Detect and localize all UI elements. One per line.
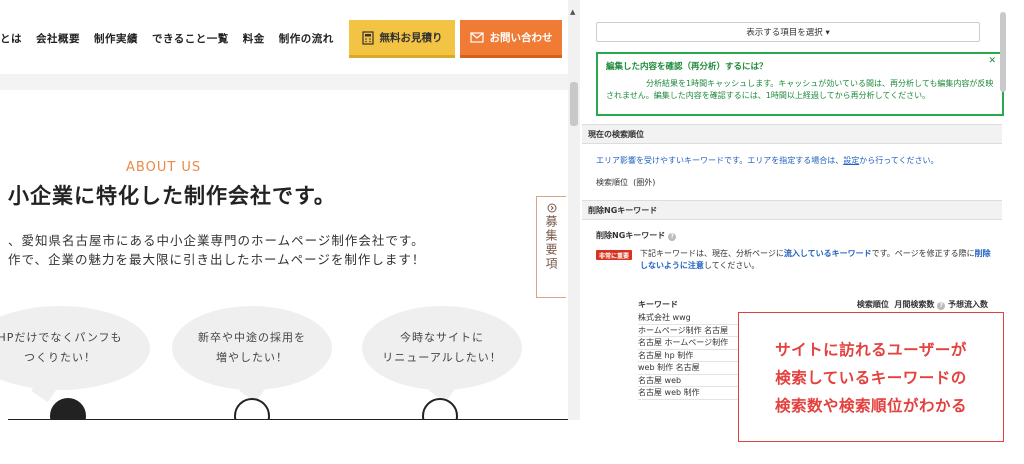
speech-bubble: HPだけでなくパンフも つくりたい！ <box>0 306 150 403</box>
display-items-select[interactable]: 表示する項目を選択 ▾ <box>596 22 980 42</box>
column-header-keyword: キーワード <box>638 299 678 309</box>
bubble-line: つくりたい！ <box>24 351 96 364</box>
about-text-line-2: 作で、企業の魅力を最大限に引き出したホームページを制作します！ <box>8 252 426 267</box>
settings-link[interactable]: 設定 <box>843 156 859 165</box>
area-note-text: から行ってください。 <box>859 156 939 165</box>
notice-title: 編集した内容を確認（再分析）するには？ <box>606 62 768 72</box>
importance-badge: 非常に重要 <box>596 250 632 260</box>
recruit-tab-label: 募集要項 <box>544 215 558 271</box>
ng-keyword-title-text: 削除NGキーワード <box>596 231 666 240</box>
help-icon[interactable]: ? <box>937 301 946 310</box>
panel-scrollbar-thumb[interactable] <box>1000 12 1006 92</box>
nav-item-price[interactable]: 料金 <box>243 31 265 46</box>
nav-item-services[interactable]: できること一覧 <box>152 31 229 46</box>
area-note-text: エリア影響を受けやすいキーワードです。エリアを指定する場合は、 <box>596 156 844 165</box>
feature-callout: サイトに訪れるユーザーが 検索しているキーワードの 検索数や検索順位がわかる <box>738 312 1004 442</box>
calculator-icon <box>361 30 374 45</box>
ng-keyword-title: 削除NGキーワード? <box>596 230 677 241</box>
preview-scrollbar[interactable]: ▲ <box>568 0 580 420</box>
column-header-volume: 月間検索数 <box>894 299 935 309</box>
rank-readout: 検索順位 (圏外) <box>596 177 655 188</box>
nav-item-flow[interactable]: 制作の流れ <box>279 31 334 46</box>
area-note: エリア影響を受けやすいキーワードです。エリアを指定する場合は、設定から行ってくだ… <box>596 155 939 166</box>
contact-button-label: お問い合わせ <box>489 32 553 44</box>
section-header-rank: 現在の検索順位 <box>582 124 1002 144</box>
about-text-line-1: 、愛知県名古屋市にある中小企業専門のホームページ制作会社です。 <box>8 233 425 248</box>
rank-value: (圏外) <box>633 178 656 187</box>
person-illustration <box>234 398 270 420</box>
keyword-table-header: キーワード 検索順位 月間検索数 ? 予想流入数 <box>638 296 988 312</box>
speech-bubble: 今時なサイトに リニューアルしたい！ <box>362 306 522 403</box>
callout-line-2: 検索しているキーワードの <box>775 369 967 387</box>
ng-desc-text: 下記キーワードは、現在、分析ページに <box>640 249 784 258</box>
bubble-line: 新卒や中途の採用を <box>198 331 306 345</box>
bubble-line: 増やしたい！ <box>216 351 288 364</box>
column-header-metrics: 検索順位 月間検索数 ? 予想流入数 <box>857 299 988 310</box>
estimate-button-label: 無料お見積り <box>379 32 443 44</box>
close-icon[interactable]: ✕ <box>988 56 996 66</box>
global-nav: とは 会社概要 制作実績 できること一覧 料金 制作の流れ <box>0 18 334 58</box>
table-row: 名古屋 ホームページ制作 <box>638 337 744 350</box>
recruit-tab[interactable]: 募集要項 <box>536 196 566 298</box>
section-divider <box>0 74 568 90</box>
section-header-ng: 削除NGキーワード <box>582 200 1002 220</box>
table-row: 名古屋 hp 制作 <box>638 350 744 362</box>
speech-bubble: 新卒や中途の採用を 増やしたい！ <box>172 306 332 403</box>
table-row: 名古屋 web 制作 <box>638 387 744 400</box>
bubble-line: 今時なサイトに <box>400 331 484 345</box>
about-title: 小企業に特化した制作会社です。 <box>8 184 336 208</box>
reanalysis-notice: 編集した内容を確認（再分析）するには？ 分析結果を1時間キャッシュします。キャッ… <box>596 52 1004 116</box>
person-illustration <box>422 398 458 420</box>
help-icon[interactable]: ? <box>668 233 677 241</box>
column-header-inflow: 予想流入数 <box>948 299 988 309</box>
scroll-up-icon[interactable]: ▲ <box>570 8 575 16</box>
table-row: 株式会社 wwg <box>638 312 744 325</box>
mail-icon <box>469 32 484 43</box>
preview-bottom-border <box>8 419 568 420</box>
bubble-line: リニューアルしたい！ <box>382 351 502 364</box>
about-eyebrow: ABOUT US <box>126 160 202 175</box>
table-row: 名古屋 web <box>638 375 744 387</box>
nav-item-works[interactable]: 制作実績 <box>94 31 138 46</box>
arrow-circle-icon <box>547 203 556 213</box>
rank-label: 検索順位 <box>596 178 628 187</box>
ng-desc-text: です。ページを修正する際に <box>871 249 975 258</box>
bubble-tail <box>31 377 57 403</box>
notice-body: 分析結果を1時間キャッシュします。キャッシュが効いている間は、再分析しても編集内… <box>606 79 994 100</box>
estimate-button[interactable]: 無料お見積り <box>349 20 455 58</box>
nav-item-about[interactable]: とは <box>0 31 22 46</box>
callout-line-3: 検索数や検索順位がわかる <box>774 397 967 415</box>
site-preview: とは 会社概要 制作実績 できること一覧 料金 制作の流れ 無料お見積り お問い… <box>0 0 568 420</box>
table-row: ホームページ制作 名古屋 <box>638 325 744 337</box>
nav-item-company[interactable]: 会社概要 <box>36 31 80 46</box>
ng-desc-highlight: 流入しているキーワード <box>783 249 872 258</box>
column-header-rank: 検索順位 <box>856 299 889 309</box>
table-row: web 制作 名古屋 <box>638 362 744 375</box>
ng-description: 下記キーワードは、現在、分析ページに流入しているキーワードです。ページを修正する… <box>640 248 992 273</box>
person-illustration <box>50 398 86 420</box>
scrollbar-thumb[interactable] <box>570 82 578 126</box>
ng-desc-text: してください。 <box>703 261 760 271</box>
contact-button[interactable]: お問い合わせ <box>460 20 562 58</box>
bubble-line: HPだけでなくパンフも <box>0 331 123 345</box>
callout-line-1: サイトに訪れるユーザーが <box>775 341 967 359</box>
